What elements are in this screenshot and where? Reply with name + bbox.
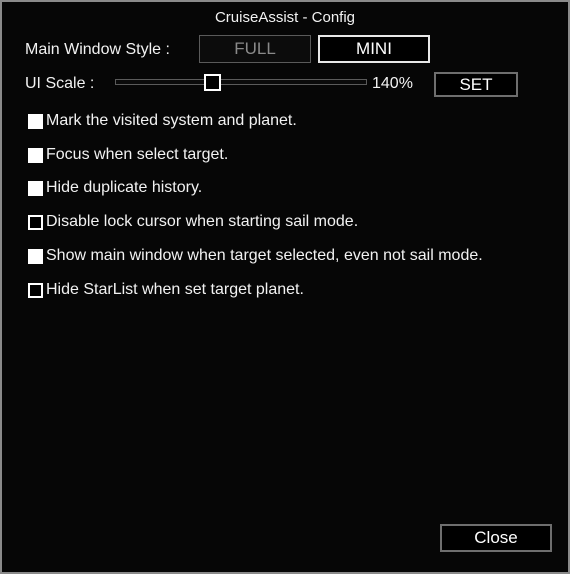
option-hide-duplicate-history[interactable]: Hide duplicate history.: [28, 179, 202, 197]
option-show-main-window[interactable]: Show main window when target selected, e…: [28, 247, 483, 265]
option-mark-visited-label: Mark the visited system and planet.: [46, 112, 297, 129]
checkbox-mark-visited[interactable]: [28, 113, 43, 129]
checkbox-hide-starlist[interactable]: [28, 282, 43, 298]
ui-scale-label: UI Scale :: [25, 75, 95, 92]
set-scale-button[interactable]: SET: [434, 72, 518, 97]
ui-scale-slider-track[interactable]: [115, 79, 367, 85]
option-hide-duplicate-history-label: Hide duplicate history.: [46, 179, 203, 196]
close-button[interactable]: Close: [440, 524, 552, 552]
option-hide-starlist-label: Hide StarList when set target planet.: [46, 281, 304, 298]
window-title: CruiseAssist - Config: [214, 9, 356, 26]
option-disable-lock-cursor-label: Disable lock cursor when starting sail m…: [46, 213, 359, 230]
option-disable-lock-cursor[interactable]: Disable lock cursor when starting sail m…: [28, 213, 358, 231]
ui-scale-value: 140%: [372, 75, 413, 92]
checkbox-show-main-window[interactable]: [28, 248, 43, 264]
checkbox-hide-duplicate-history[interactable]: [28, 180, 43, 196]
option-focus-target[interactable]: Focus when select target.: [28, 146, 228, 164]
option-show-main-window-label: Show main window when target selected, e…: [46, 247, 483, 264]
full-style-button[interactable]: FULL: [199, 35, 311, 63]
option-mark-visited[interactable]: Mark the visited system and planet.: [28, 112, 297, 130]
mini-style-button[interactable]: MINI: [318, 35, 430, 63]
config-window: CruiseAssist - Config Main Window Style …: [0, 0, 570, 574]
option-hide-starlist[interactable]: Hide StarList when set target planet.: [28, 281, 304, 299]
ui-scale-slider-thumb[interactable]: [204, 74, 221, 91]
option-focus-target-label: Focus when select target.: [46, 146, 229, 163]
main-window-style-label: Main Window Style :: [25, 41, 170, 58]
checkbox-disable-lock-cursor[interactable]: [28, 214, 43, 230]
checkbox-focus-target[interactable]: [28, 147, 43, 163]
